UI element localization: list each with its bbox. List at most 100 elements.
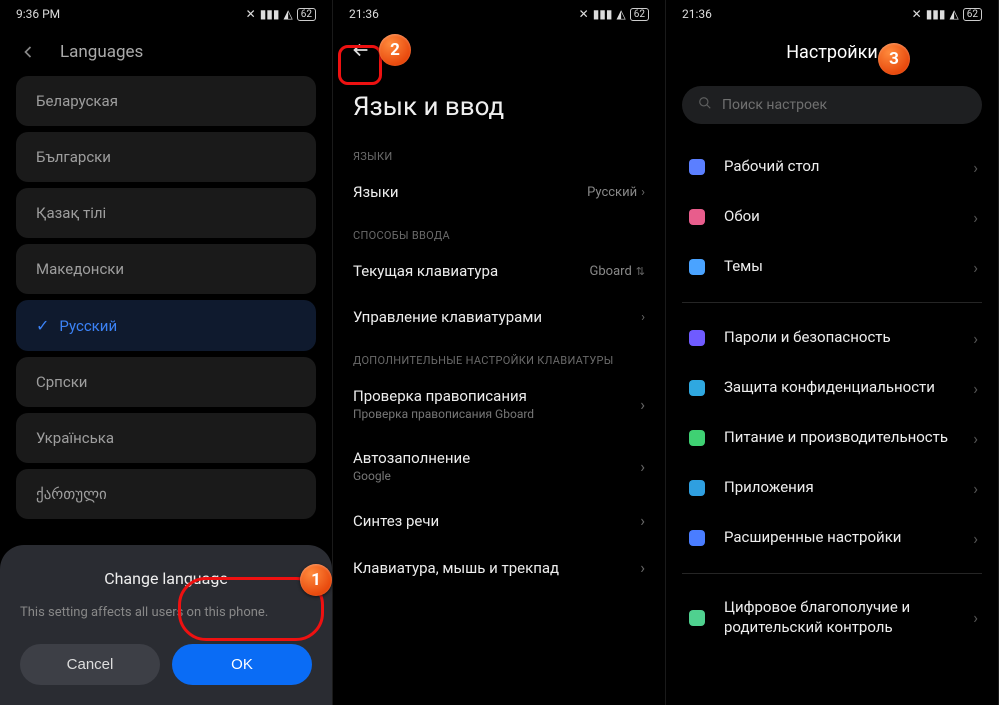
signal-icon: ▮▮▮ xyxy=(593,7,613,21)
chevron-right-icon: › xyxy=(641,310,645,325)
settings-item-label: Темы xyxy=(724,257,957,277)
chevron-right-icon: › xyxy=(973,479,978,498)
settings-item[interactable]: Приложения › xyxy=(666,463,998,513)
settings-item-label: Расширенные настройки xyxy=(724,528,957,548)
language-item[interactable]: ქართული xyxy=(16,469,316,519)
signal-icon: ▮▮▮ xyxy=(260,7,280,21)
dnd-icon: ✕ xyxy=(246,7,256,21)
divider xyxy=(682,302,982,303)
search-input[interactable]: Поиск настроек xyxy=(682,86,982,124)
language-label: Беларуская xyxy=(36,92,118,110)
chevron-right-icon: › xyxy=(640,558,645,577)
settings-item-label: Цифровое благополучие и родительский кон… xyxy=(724,598,957,637)
header: Настройки xyxy=(666,28,998,76)
cancel-button[interactable]: Cancel xyxy=(20,644,160,685)
status-time: 21:36 xyxy=(349,7,379,21)
language-item[interactable]: Беларуская xyxy=(16,76,316,126)
search-placeholder: Поиск настроек xyxy=(722,97,827,113)
setting-label: Клавиатура, мышь и трекпад xyxy=(353,559,559,577)
language-item[interactable]: Српски xyxy=(16,357,316,407)
row-mouse[interactable]: Клавиатура, мышь и трекпад › xyxy=(333,544,665,591)
settings-item[interactable]: Питание и производительность› xyxy=(666,413,998,463)
row-languages[interactable]: Языки Русский› xyxy=(333,169,665,215)
wifi-icon: ◭ xyxy=(284,7,293,21)
section-label: СПОСОБЫ ВВОДА xyxy=(333,215,665,248)
chevron-right-icon: › xyxy=(973,258,978,277)
battery-icon: 62 xyxy=(297,8,316,21)
language-item[interactable]: ✓Русский xyxy=(16,300,316,351)
back-arrow-icon[interactable] xyxy=(349,38,373,62)
row-spellcheck[interactable]: Проверка правописания Проверка правописа… xyxy=(333,373,665,435)
dialog-change-language: Change language This setting affects all… xyxy=(0,545,332,705)
section-label: ЯЗЫКИ xyxy=(333,136,665,169)
settings-item-label: Обои xyxy=(724,207,957,227)
panel-language-input: 21:36 ✕ ▮▮▮ ◭ 62 2 Язык и ввод ЯЗЫКИ Язы… xyxy=(333,0,666,705)
setting-value: Gboard⇅ xyxy=(590,264,645,279)
language-item[interactable]: Українська xyxy=(16,413,316,463)
chevron-right-icon: › xyxy=(973,529,978,548)
setting-label: Проверка правописания xyxy=(353,387,534,405)
status-time: 9:36 PM xyxy=(16,7,60,21)
ok-button[interactable]: OK xyxy=(172,644,312,685)
status-indicators: ✕ ▮▮▮ ◭ 62 xyxy=(912,7,982,21)
settings-item-icon xyxy=(686,527,708,549)
row-autofill[interactable]: Автозаполнение Google › xyxy=(333,435,665,497)
settings-item-label: Пароли и безопасность xyxy=(724,328,957,348)
language-list: Беларуская Български Қазақ тілі Македонски ✓… xyxy=(0,76,332,519)
settings-item-label: Рабочий стол xyxy=(724,157,957,177)
settings-item-label: Приложения xyxy=(724,478,957,498)
menu-group-bottom: Пароли и безопасность › Защита конфиденциа… xyxy=(666,313,998,563)
chevron-right-icon: › xyxy=(640,511,645,530)
language-item[interactable]: Қазақ тілі xyxy=(16,188,316,238)
chevron-right-icon: › xyxy=(973,329,978,348)
battery-icon: 62 xyxy=(963,8,982,21)
row-tts[interactable]: Синтез речи › xyxy=(333,497,665,544)
menu-group-last: Цифровое благополучие и родительский кон… xyxy=(666,584,998,651)
settings-item-icon xyxy=(686,206,708,228)
signal-icon: ▮▮▮ xyxy=(926,7,946,21)
setting-label: Автозаполнение xyxy=(353,449,470,467)
dialog-message: This setting affects all users on this p… xyxy=(20,604,312,622)
setting-sub: Проверка правописания Gboard xyxy=(353,407,534,421)
settings-item[interactable]: Обои› xyxy=(666,192,998,242)
status-bar: 21:36 ✕ ▮▮▮ ◭ 62 xyxy=(666,0,998,28)
setting-sub: Google xyxy=(353,469,470,483)
language-item[interactable]: Македонски xyxy=(16,244,316,294)
language-label: ქართული xyxy=(36,485,107,503)
section-label: ДОПОЛНИТЕЛЬНЫЕ НАСТРОЙКИ КЛАВИАТУРЫ xyxy=(333,340,665,373)
setting-label: Языки xyxy=(353,183,399,201)
settings-item[interactable]: Расширенные настройки › xyxy=(666,513,998,563)
language-label: Русский xyxy=(59,317,117,335)
language-item[interactable]: Български xyxy=(16,132,316,182)
menu-group-top: Рабочий стол›Обои› Темы › xyxy=(666,142,998,292)
settings-item[interactable]: Темы › xyxy=(666,242,998,292)
chevron-right-icon: › xyxy=(641,185,645,200)
language-label: Українська xyxy=(36,429,114,447)
status-indicators: ✕ ▮▮▮ ◭ 62 xyxy=(579,7,649,21)
language-label: Македонски xyxy=(36,260,124,278)
row-current-keyboard[interactable]: Текущая клавиатура Gboard⇅ xyxy=(333,248,665,294)
settings-item[interactable]: Пароли и безопасность › xyxy=(666,313,998,363)
status-bar: 9:36 PM ✕ ▮▮▮ ◭ 62 xyxy=(0,0,332,28)
settings-item[interactable]: Рабочий стол› xyxy=(666,142,998,192)
chevron-right-icon: › xyxy=(973,608,978,627)
updown-icon: ⇅ xyxy=(636,265,645,278)
language-label: Српски xyxy=(36,373,87,391)
back-arrow-icon[interactable] xyxy=(16,40,40,64)
page-title: Languages xyxy=(60,42,143,62)
setting-label: Текущая клавиатура xyxy=(353,262,498,280)
dnd-icon: ✕ xyxy=(912,7,922,21)
page-title: Язык и ввод xyxy=(333,72,665,136)
annotation-badge-3: 3 xyxy=(878,43,910,75)
settings-item-icon xyxy=(686,256,708,278)
setting-value: Русский› xyxy=(587,185,645,200)
language-label: Български xyxy=(36,148,111,166)
chevron-right-icon: › xyxy=(640,457,645,476)
settings-item-icon xyxy=(686,377,708,399)
settings-item[interactable]: Защита конфиденциальности› xyxy=(666,363,998,413)
status-bar: 21:36 ✕ ▮▮▮ ◭ 62 xyxy=(333,0,665,28)
settings-item[interactable]: Цифровое благополучие и родительский кон… xyxy=(666,584,998,651)
settings-item-label: Защита конфиденциальности xyxy=(724,378,957,398)
status-indicators: ✕ ▮▮▮ ◭ 62 xyxy=(246,7,316,21)
row-manage-keyboards[interactable]: Управление клавиатурами › xyxy=(333,294,665,340)
